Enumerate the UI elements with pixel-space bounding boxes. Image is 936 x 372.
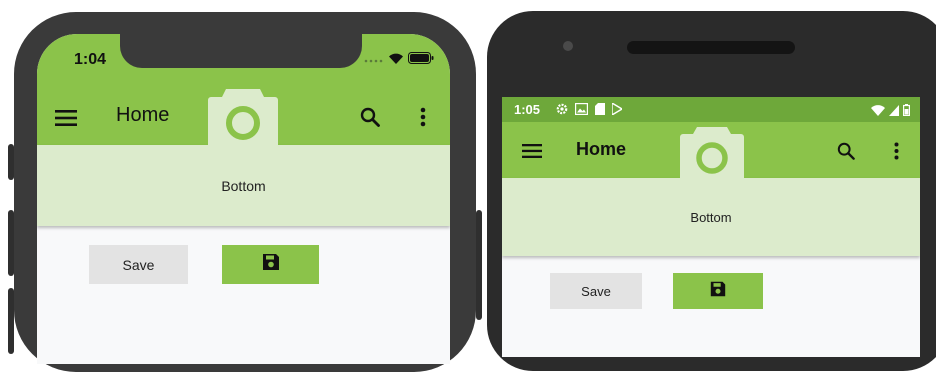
battery-icon [903, 103, 911, 121]
menu-icon[interactable] [53, 105, 79, 131]
signal-icon [889, 103, 899, 121]
iphone-volume-up-button [8, 210, 14, 276]
more-vert-icon[interactable] [886, 139, 906, 163]
system-icons [871, 103, 911, 121]
earpiece-speaker [627, 41, 795, 54]
search-icon[interactable] [357, 104, 383, 130]
search-icon[interactable] [834, 139, 858, 163]
bottom-panel: Bottom [502, 178, 920, 256]
notification-icons [556, 101, 624, 120]
save-disk-icon [709, 280, 727, 303]
settings-icon [556, 102, 568, 120]
camera-icon[interactable] [208, 89, 278, 145]
wifi-icon [388, 51, 404, 69]
front-camera [563, 41, 573, 51]
save-disk-icon [261, 252, 281, 277]
wifi-icon [871, 103, 885, 121]
more-vert-icon[interactable] [413, 104, 433, 130]
iphone-power-button [476, 210, 482, 320]
bottom-label: Bottom [221, 178, 266, 194]
save-icon-button[interactable] [222, 245, 319, 284]
iphone-screen: 1:04 Home Bottom Save [37, 34, 450, 364]
iphone-volume-down-button [8, 288, 14, 354]
signal-dots-icon [364, 51, 384, 69]
status-icons [364, 51, 434, 69]
play-store-icon [611, 101, 624, 120]
save-button[interactable]: Save [89, 245, 188, 284]
save-button[interactable]: Save [550, 273, 642, 309]
android-screen: 1:05 Home Bottom Save [502, 97, 920, 357]
image-icon [575, 102, 589, 120]
menu-icon[interactable] [520, 139, 544, 163]
iphone-notch [120, 34, 362, 68]
bottom-panel: Bottom [37, 145, 450, 226]
battery-icon [408, 51, 434, 69]
status-time: 1:05 [514, 102, 541, 117]
page-title: Home [116, 104, 170, 126]
sd-card-icon [595, 102, 605, 120]
page-title: Home [576, 139, 627, 159]
camera-icon[interactable] [680, 127, 744, 178]
bottom-label: Bottom [690, 210, 732, 225]
status-time: 1:04 [74, 51, 107, 68]
save-icon-button[interactable] [673, 273, 763, 309]
android-status-bar: 1:05 [502, 97, 920, 122]
iphone-side-button [8, 144, 14, 180]
